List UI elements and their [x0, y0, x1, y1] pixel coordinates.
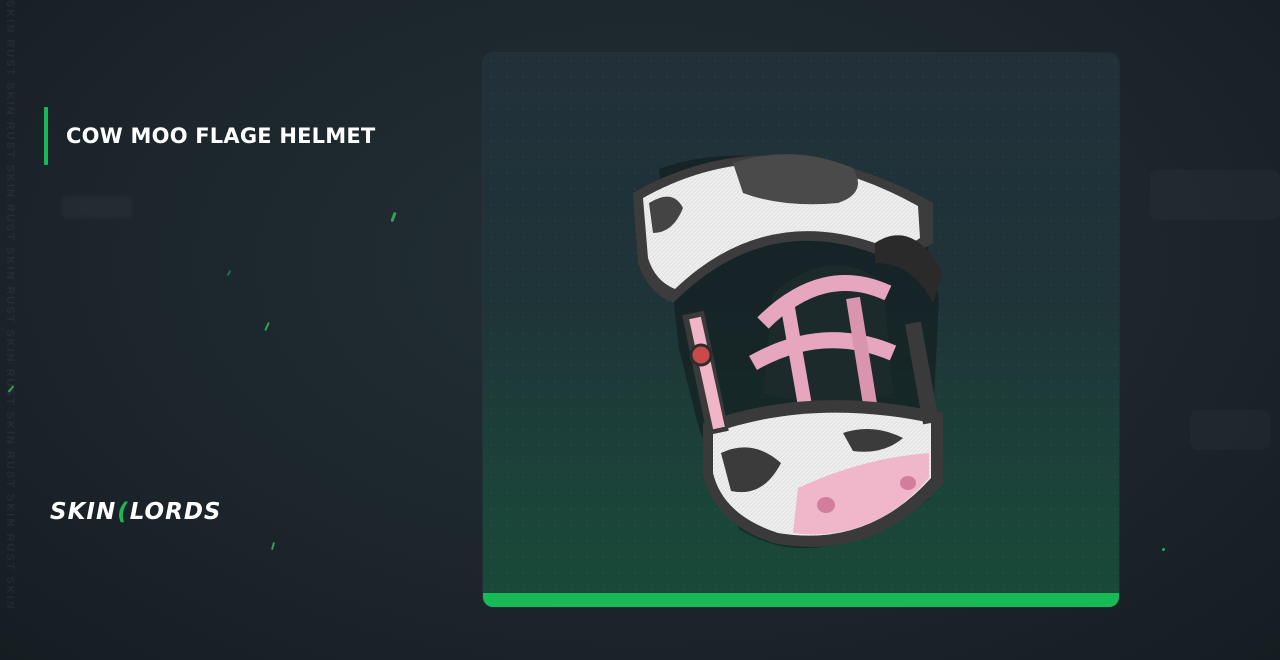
cow-helmet-image — [633, 154, 943, 549]
background-decoration — [1190, 410, 1270, 450]
item-title-block: COW MOO FLAGE HELMET — [44, 107, 375, 165]
card-accent-bar — [483, 593, 1119, 607]
spark-decoration — [226, 269, 232, 277]
blurred-price-chip — [62, 196, 132, 218]
spark-decoration — [270, 541, 276, 551]
item-title: COW MOO FLAGE HELMET — [66, 124, 376, 148]
background-decoration — [1150, 170, 1280, 220]
spark-decoration — [264, 321, 270, 332]
logo-separator: ( — [117, 499, 129, 525]
logo-text-skin: SKIN — [50, 499, 117, 525]
side-watermark: SKIN RUST SKIN RUST SKIN RUST SKIN RUST … — [4, 0, 16, 611]
item-image-card — [483, 53, 1119, 607]
skinlords-logo: SKIN ( LORDS — [50, 499, 221, 525]
spark-decoration — [390, 211, 397, 223]
title-accent-bar — [44, 107, 48, 165]
logo-text-lords: LORDS — [129, 499, 222, 525]
spark-decoration — [1162, 548, 1165, 551]
